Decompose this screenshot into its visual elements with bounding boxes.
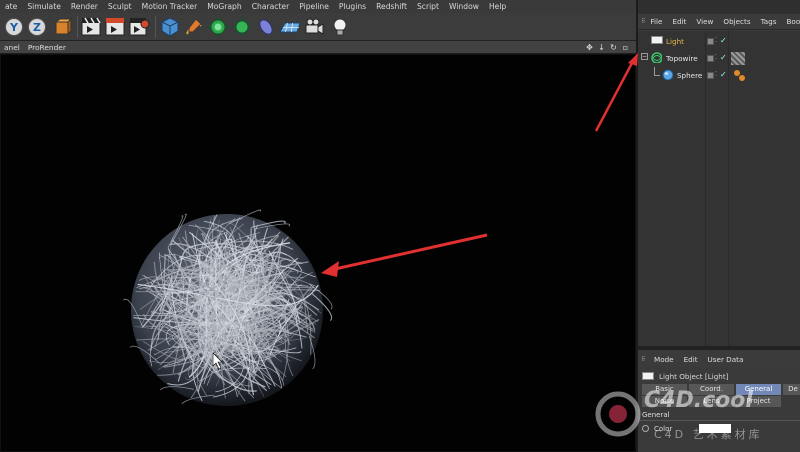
material-tag-icon[interactable] (731, 52, 745, 65)
color-row: Color (642, 424, 732, 433)
subdivision-icon[interactable] (207, 15, 229, 39)
attribute-menu-mode[interactable]: Mode (649, 355, 679, 364)
light-icon[interactable] (329, 15, 351, 39)
svg-text:Z: Z (33, 21, 41, 34)
svg-text:Y: Y (9, 21, 19, 34)
general-section-label: General (642, 411, 670, 419)
object-menu-objects[interactable]: Objects (718, 17, 755, 26)
enable-check-icon[interactable]: ✓ (720, 54, 727, 62)
color-radio[interactable] (642, 425, 649, 432)
render-view-icon[interactable] (80, 15, 102, 39)
main-toolbar: Y Z (0, 13, 636, 41)
object-flags-topowire: · · ✓ (707, 53, 727, 63)
sphere-icon (662, 69, 673, 80)
object-name-sphere[interactable]: Sphere (677, 71, 702, 80)
hierarchy-line (654, 67, 660, 76)
panel-separator (638, 346, 800, 350)
menu-item-mograph[interactable]: MoGraph (202, 2, 247, 11)
tab-project[interactable]: Project (736, 396, 781, 407)
phong-tag-icon[interactable] (732, 68, 746, 82)
tab-coord[interactable]: Coord. (689, 384, 734, 395)
tab-basic[interactable]: Basic (642, 384, 687, 395)
object-menu-tags[interactable]: Tags (756, 17, 782, 26)
layer-box[interactable] (707, 71, 714, 79)
right-panel: ⠿ File Edit View Objects Tags Book Light… (594, 0, 800, 452)
menu-item-help[interactable]: Help (484, 2, 511, 11)
attribute-menu-user-data[interactable]: User Data (703, 355, 749, 364)
render-settings-icon[interactable] (128, 15, 150, 39)
menu-item-render[interactable]: Render (66, 2, 103, 11)
layer-box[interactable] (707, 54, 714, 62)
menu-item-motion-tracker[interactable]: Motion Tracker (137, 2, 203, 11)
object-row-topowire[interactable]: − Topowire · · ✓ (638, 50, 800, 67)
object-name-light[interactable]: Light (666, 37, 684, 46)
visibility-dots[interactable]: · · (715, 53, 719, 63)
cube-icon[interactable] (159, 15, 181, 39)
camera-icon[interactable] (303, 15, 325, 39)
menu-item-ate[interactable]: ate (0, 2, 22, 11)
menu-item-sculpt[interactable]: Sculpt (103, 2, 137, 11)
annotation-arrow-topowire (594, 53, 638, 132)
visibility-dots[interactable]: · · (715, 36, 719, 46)
light-object-icon (651, 36, 663, 44)
menu-item-plugins[interactable]: Plugins (334, 2, 371, 11)
menu-item-character[interactable]: Character (247, 2, 295, 11)
color-swatch[interactable] (699, 424, 732, 433)
object-menu-bookmarks[interactable]: Book (782, 17, 800, 26)
object-row-sphere[interactable]: Sphere · · ✓ (638, 67, 800, 84)
enable-check-icon[interactable]: ✓ (720, 71, 727, 79)
tab-details[interactable]: De (783, 384, 800, 395)
visibility-dots[interactable]: · · (715, 70, 719, 80)
grip-icon: ⠿ (641, 355, 646, 363)
object-flags-light: · · ✓ (707, 36, 727, 46)
attribute-menu-edit[interactable]: Edit (679, 355, 703, 364)
attribute-title-text: Light Object [Light] (659, 371, 729, 381)
attribute-tabs-row1: Basic Coord. General De (642, 384, 800, 395)
attribute-title: Light Object [Light] (638, 368, 800, 384)
object-list: Light · · ✓ − Topowire · · ✓ Sphere · · … (594, 31, 800, 346)
viewport-menu-panel[interactable]: anel (0, 43, 24, 52)
coordinate-system-icon[interactable] (51, 15, 73, 39)
render-picture-viewer-icon[interactable] (104, 15, 126, 39)
menu-item-redshift[interactable]: Redshift (371, 2, 412, 11)
pen-spline-icon[interactable] (183, 15, 205, 39)
object-menu-edit[interactable]: Edit (667, 17, 691, 26)
enable-check-icon[interactable]: ✓ (720, 37, 727, 45)
menu-bar: ate Simulate Render Sculpt Motion Tracker MoG… (0, 0, 636, 13)
object-menu-file[interactable]: File (645, 17, 667, 26)
topowire-icon (651, 52, 662, 63)
annotation-arrow-ball (321, 233, 488, 277)
floor-icon[interactable] (279, 15, 301, 39)
object-row-light[interactable]: Light · · ✓ (638, 33, 800, 50)
viewport-menu-prorender[interactable]: ProRender (24, 43, 70, 52)
menu-item-window[interactable]: Window (444, 2, 484, 11)
menu-item-pipeline[interactable]: Pipeline (294, 2, 334, 11)
viewport-header: anel ProRender ✥ ↓ ↻ ▫ (0, 41, 636, 54)
attribute-manager-menu: ⠿ Mode Edit User Data (638, 351, 800, 367)
menu-item-simulate[interactable]: Simulate (22, 2, 66, 11)
object-menu-view[interactable]: View (691, 17, 718, 26)
object-manager-menu: ⠿ File Edit View Objects Tags Book (638, 14, 800, 30)
object-name-topowire[interactable]: Topowire (666, 54, 698, 63)
wire-ball-render (123, 209, 488, 406)
object-flags-sphere: · · ✓ (707, 70, 727, 80)
3d-viewport[interactable] (0, 54, 636, 452)
section-divider (638, 420, 800, 421)
tab-noise[interactable]: Noise (642, 396, 687, 407)
deformer-icon[interactable] (255, 15, 277, 39)
array-icon[interactable] (231, 15, 253, 39)
layer-box[interactable] (707, 37, 714, 45)
light-object-icon (642, 372, 654, 380)
tab-general[interactable]: General (736, 384, 781, 395)
y-axis-icon[interactable]: Y (3, 15, 25, 39)
attribute-tabs-row2: Noise Lens Project (642, 396, 781, 407)
tab-lens[interactable]: Lens (689, 396, 734, 407)
menu-item-script[interactable]: Script (412, 2, 444, 11)
color-label: Color (654, 424, 673, 433)
z-axis-icon[interactable]: Z (26, 15, 48, 39)
panel-top-strip (638, 0, 800, 14)
